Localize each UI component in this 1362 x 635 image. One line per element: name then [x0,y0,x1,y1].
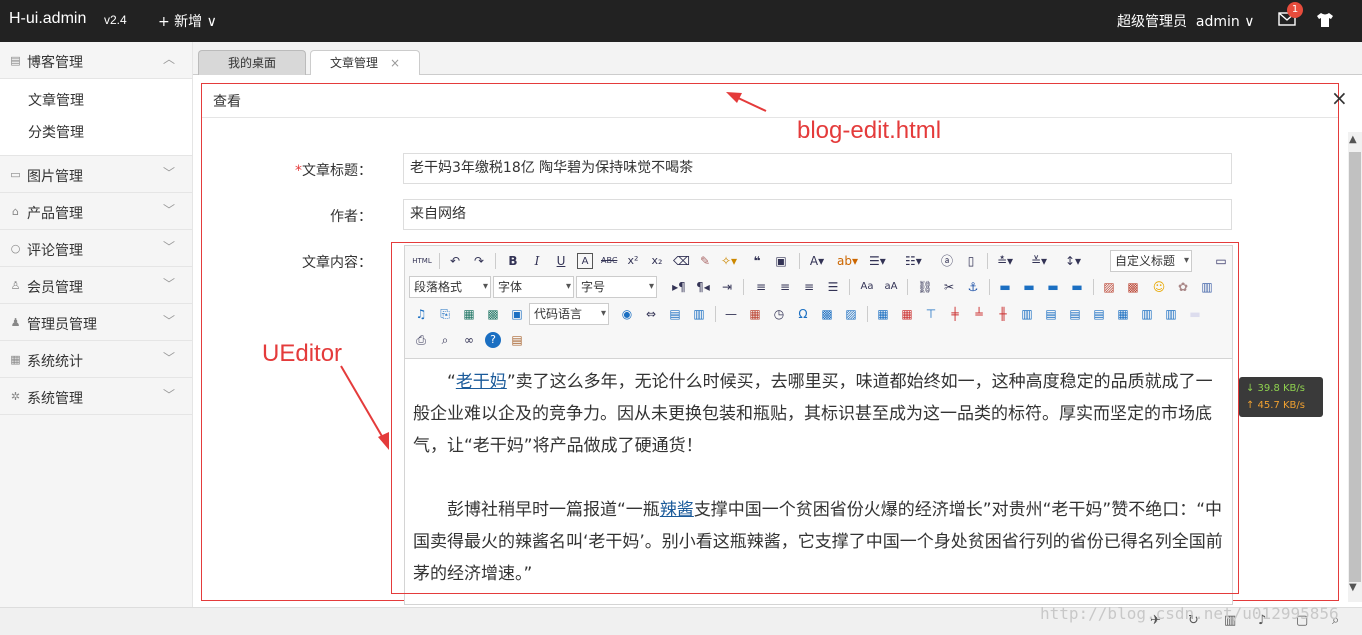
required-mark: * [295,163,302,179]
watermark: http://blog.csdn.net/u012995856 [1040,604,1339,623]
sidebar-group-label: 会员管理 [27,280,83,296]
settings-icon: ✲ [10,390,21,403]
tab-bar: 我的桌面 文章管理 × [193,42,1362,75]
editor-highlight-box [391,242,1239,594]
admin-icon: ♟ [10,316,21,329]
sidebar-group-label: 博客管理 [27,55,83,71]
product-icon: ⌂ [12,205,19,218]
comment-icon: ○ [10,242,21,255]
sidebar-submenu-blog: 文章管理 分类管理 [0,79,192,156]
app-logo[interactable]: H-ui.admin [9,10,86,28]
sidebar-item-article[interactable]: 文章管理 [0,85,192,117]
chevron-down-icon: ﹀ [163,351,176,365]
theme-shirt-icon[interactable] [1316,11,1334,29]
sidebar-group-blog[interactable]: ▤ 博客管理 ︿ [0,42,192,79]
sidebar: ▤ 博客管理 ︿ 文章管理 分类管理 ▭ 图片管理 ﹀ ⌂ 产品管理 ﹀ ○ 评… [0,42,193,607]
network-speed-widget: ↓ 39.8 KB/s ↑ 45.7 KB/s [1239,377,1323,417]
top-navbar: H-ui.admin v2.4 + 新增 ∨ 超级管理员 admin ∨ 1 [0,0,1362,42]
member-icon: ♙ [10,279,21,292]
download-speed: ↓ 39.8 KB/s [1246,383,1305,394]
tab-label: 文章管理 [329,56,378,70]
chevron-down-icon: ﹀ [163,166,176,180]
sidebar-group-label: 产品管理 [27,206,83,222]
sidebar-group-stats[interactable]: ▦ 系统统计 ﹀ [0,341,192,378]
user-role: 超级管理员 [1117,14,1187,30]
tab-article[interactable]: 文章管理 × [310,50,420,75]
chevron-down-icon: ﹀ [163,203,176,217]
scrollbar-thumb[interactable] [1349,152,1361,582]
sidebar-group-comment[interactable]: ○ 评论管理 ﹀ [0,230,192,267]
sidebar-group-label: 图片管理 [27,169,83,185]
sidebar-group-system[interactable]: ✲ 系统管理 ﹀ [0,378,192,415]
sidebar-group-picture[interactable]: ▭ 图片管理 ﹀ [0,156,192,193]
user-menu[interactable]: 超级管理员 admin ∨ [1117,11,1254,31]
title-label-text: 文章标题： [302,163,372,179]
dialog-title: 查看 [213,94,241,110]
sidebar-group-label: 系统统计 [27,354,83,370]
stats-icon: ▦ [10,353,21,366]
annotation-ueditor: UEditor [262,340,343,367]
sidebar-group-product[interactable]: ⌂ 产品管理 ﹀ [0,193,192,230]
chevron-down-icon: ﹀ [163,314,176,328]
vertical-scrollbar[interactable]: ▲ ▼ [1348,132,1362,602]
dialog-header: 查看 × [202,84,1348,118]
title-label: *文章标题： [232,160,372,180]
title-input[interactable]: 老干妈3年缴税18亿 陶华碧为保持味觉不喝茶 [403,153,1232,184]
scroll-down-icon[interactable]: ▼ [1349,582,1357,593]
sidebar-group-label: 评论管理 [27,243,83,259]
author-label: 作者： [330,209,372,225]
annotation-blog-edit: blog-edit.html [797,117,942,144]
content-label: 文章内容： [302,255,372,271]
add-new-menu[interactable]: + 新增 ∨ [158,11,217,31]
tab-label: 我的桌面 [227,56,276,70]
user-name: admin ∨ [1195,14,1255,30]
chevron-down-icon: ﹀ [163,240,176,254]
tab-close-icon[interactable]: × [390,56,400,70]
sidebar-group-label: 系统管理 [27,391,83,407]
chevron-down-icon: ﹀ [163,388,176,402]
chevron-up-icon: ︿ [163,52,176,66]
app-version: v2.4 [104,13,127,27]
sidebar-group-admin[interactable]: ♟ 管理员管理 ﹀ [0,304,192,341]
picture-icon: ▭ [10,168,21,181]
blog-icon: ▤ [10,54,21,67]
message-badge: 1 [1287,2,1303,18]
close-icon[interactable]: × [1331,86,1348,110]
scroll-up-icon[interactable]: ▲ [1349,134,1357,145]
upload-speed: ↑ 45.7 KB/s [1246,400,1305,411]
sidebar-group-label: 管理员管理 [27,317,97,333]
sidebar-item-category[interactable]: 分类管理 [0,117,192,149]
sidebar-group-member[interactable]: ♙ 会员管理 ﹀ [0,267,192,304]
author-input[interactable]: 来自网络 [403,199,1232,230]
chevron-down-icon: ﹀ [163,277,176,291]
tab-desktop[interactable]: 我的桌面 [198,50,306,75]
